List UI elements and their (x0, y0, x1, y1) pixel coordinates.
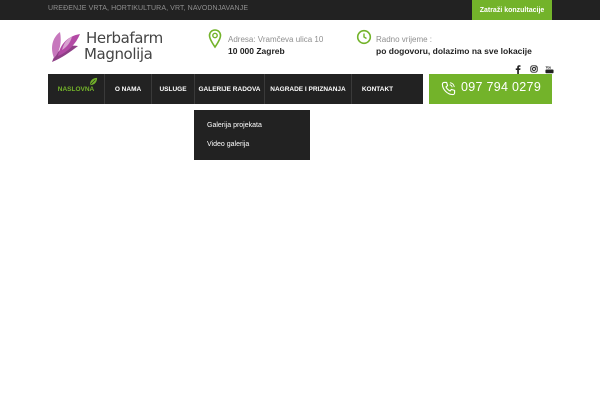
instagram-link[interactable] (529, 64, 539, 74)
map-pin-icon (208, 29, 222, 49)
leaf-icon (89, 77, 98, 86)
nav-item-usluge[interactable]: USLUGE (152, 74, 195, 104)
svg-text:You: You (545, 65, 551, 69)
nav-item-label: NASLOVNA (57, 85, 95, 93)
site-logo[interactable]: Herbafarm Magnolija (48, 28, 170, 66)
facebook-link[interactable] (513, 64, 523, 74)
nav-item-label: NAGRADE I PRIZNANJA (270, 85, 346, 93)
nav-item-naslovna[interactable]: NASLOVNA (48, 74, 105, 104)
hours-value: po dogovoru, dolazimo na sve lokacije (376, 46, 532, 56)
logo-text-line2: Magnolija (84, 45, 153, 63)
dropdown-item-galerija-projekata[interactable]: Galerija projekata (207, 122, 262, 129)
instagram-icon (530, 65, 538, 73)
main-navigation: NASLOVNA O NAMA USLUGE GALERIJE RADOVA N… (48, 74, 423, 104)
phone-number: 097 794 0279 (461, 80, 542, 94)
consultation-button[interactable]: Zatraži konzultacije (472, 0, 552, 20)
nav-item-kontakt[interactable]: KONTAKT (352, 74, 403, 104)
address-label: Adresa: Vramčeva ulica 10 (228, 35, 324, 44)
nav-item-label: O NAMA (114, 85, 142, 93)
galerije-dropdown-menu: Galerija projekata Video galerija (194, 110, 310, 160)
top-bar: UREĐENJE VRTA, HORTIKULTURA, VRT, NAVODN… (0, 0, 600, 20)
working-hours-info: Radno vrijeme : po dogovoru, dolazimo na… (356, 28, 546, 60)
nav-item-galerije-radova[interactable]: GALERIJE RADOVA (195, 74, 265, 104)
nav-item-nagrade-i-priznanja[interactable]: NAGRADE I PRIZNANJA (265, 74, 352, 104)
address-value: 10 000 Zagreb (228, 46, 285, 56)
nav-item-label: KONTAKT (361, 85, 394, 93)
nav-item-label: USLUGE (159, 85, 187, 93)
clock-icon (356, 29, 372, 45)
address-info: Adresa: Vramčeva ulica 10 10 000 Zagreb (208, 28, 358, 60)
youtube-link[interactable]: You (544, 64, 554, 74)
phone-icon (441, 81, 456, 96)
nav-item-label: GALERIJE RADOVA (198, 85, 261, 93)
magnolia-flower-icon (52, 32, 80, 62)
dropdown-item-video-galerija[interactable]: Video galerija (207, 141, 249, 148)
topbar-tagline: UREĐENJE VRTA, HORTIKULTURA, VRT, NAVODN… (48, 5, 249, 12)
facebook-icon (515, 64, 521, 74)
youtube-icon: You (544, 65, 554, 73)
hours-label: Radno vrijeme : (376, 35, 433, 44)
nav-item-o-nama[interactable]: O NAMA (105, 74, 152, 104)
phone-call-button[interactable]: 097 794 0279 (429, 74, 552, 104)
